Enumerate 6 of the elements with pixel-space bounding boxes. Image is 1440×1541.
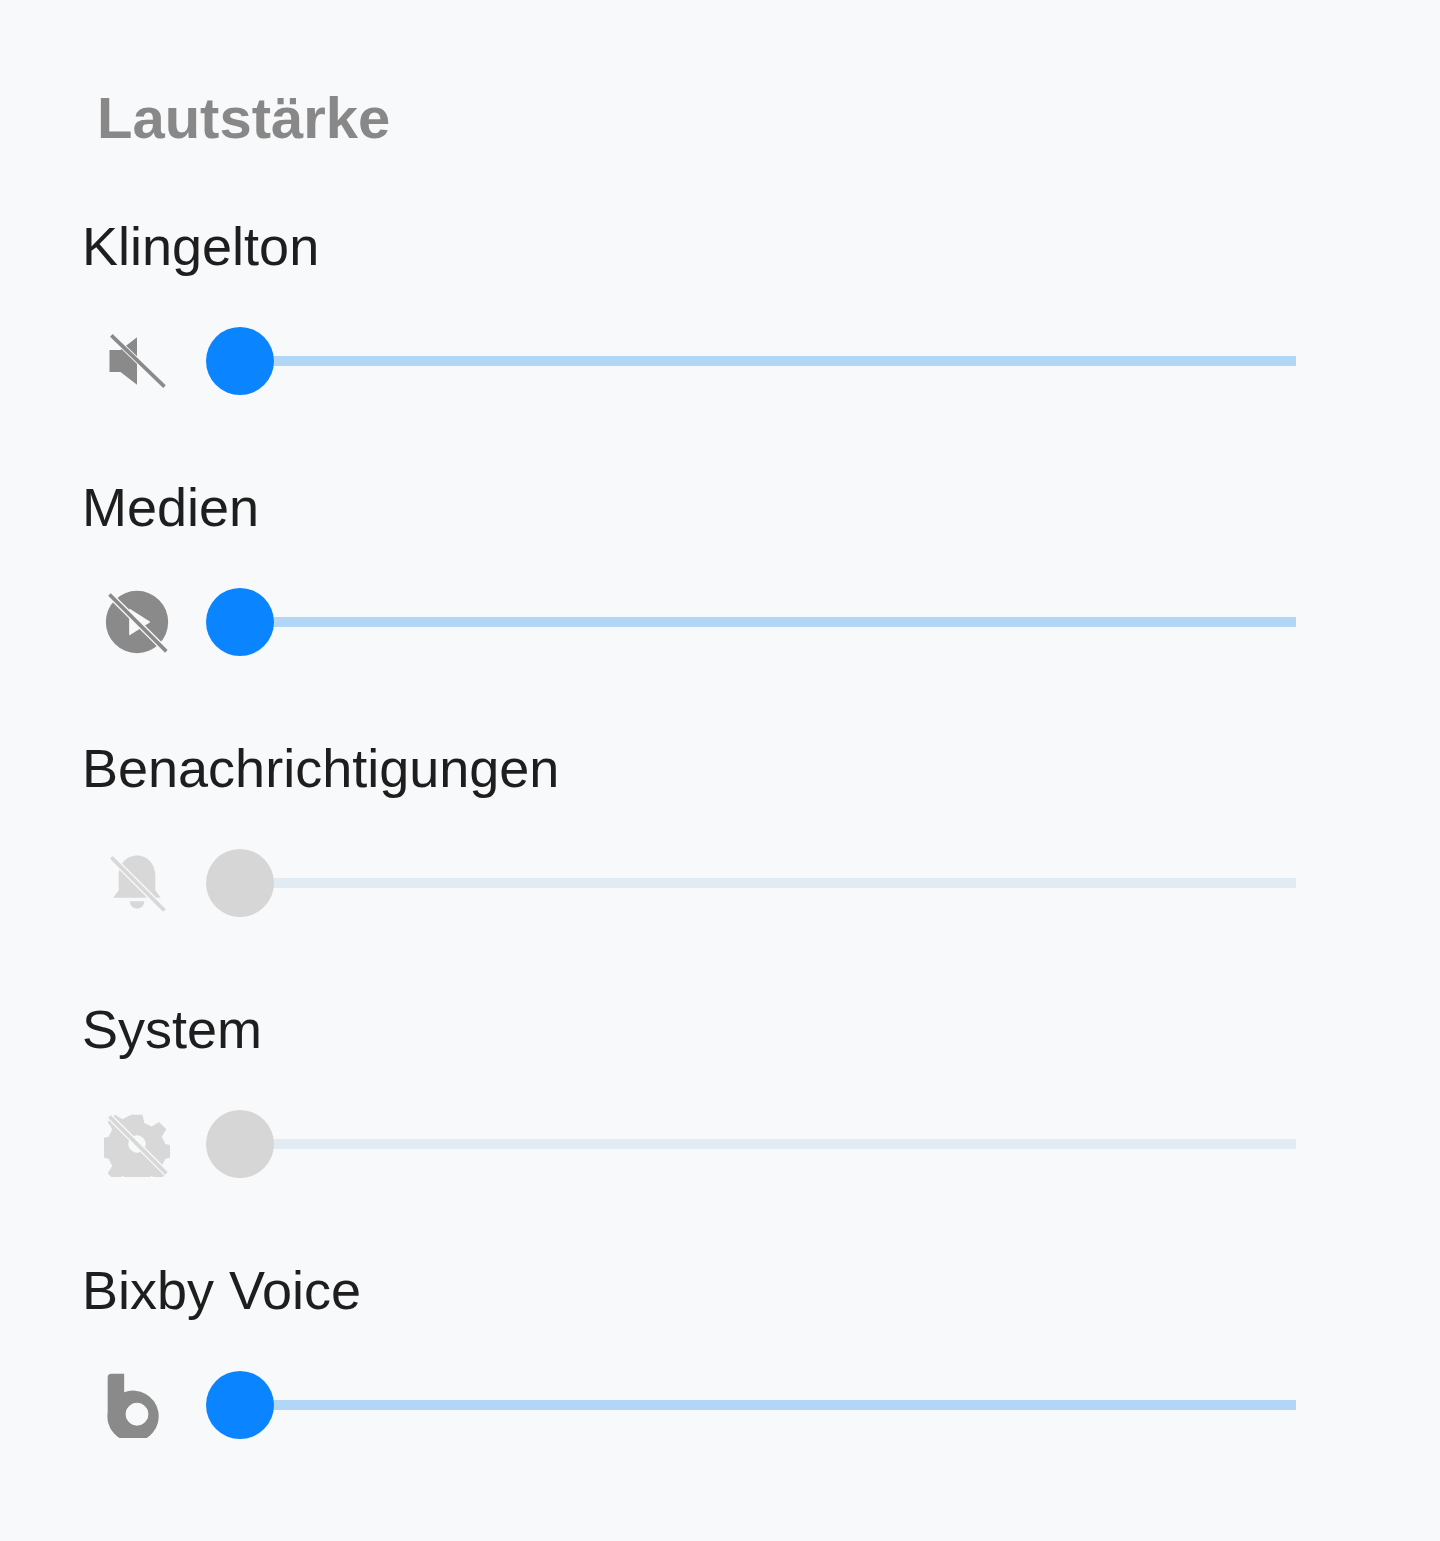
channel-label: Medien (82, 476, 261, 539)
channel-label: System (82, 998, 264, 1061)
channel-label: Benachrichtigungen (82, 737, 561, 800)
section-title: Lautstärke (97, 84, 392, 152)
channel-label: Klingelton (82, 215, 321, 278)
channel-label: Bixby Voice (82, 1259, 363, 1322)
